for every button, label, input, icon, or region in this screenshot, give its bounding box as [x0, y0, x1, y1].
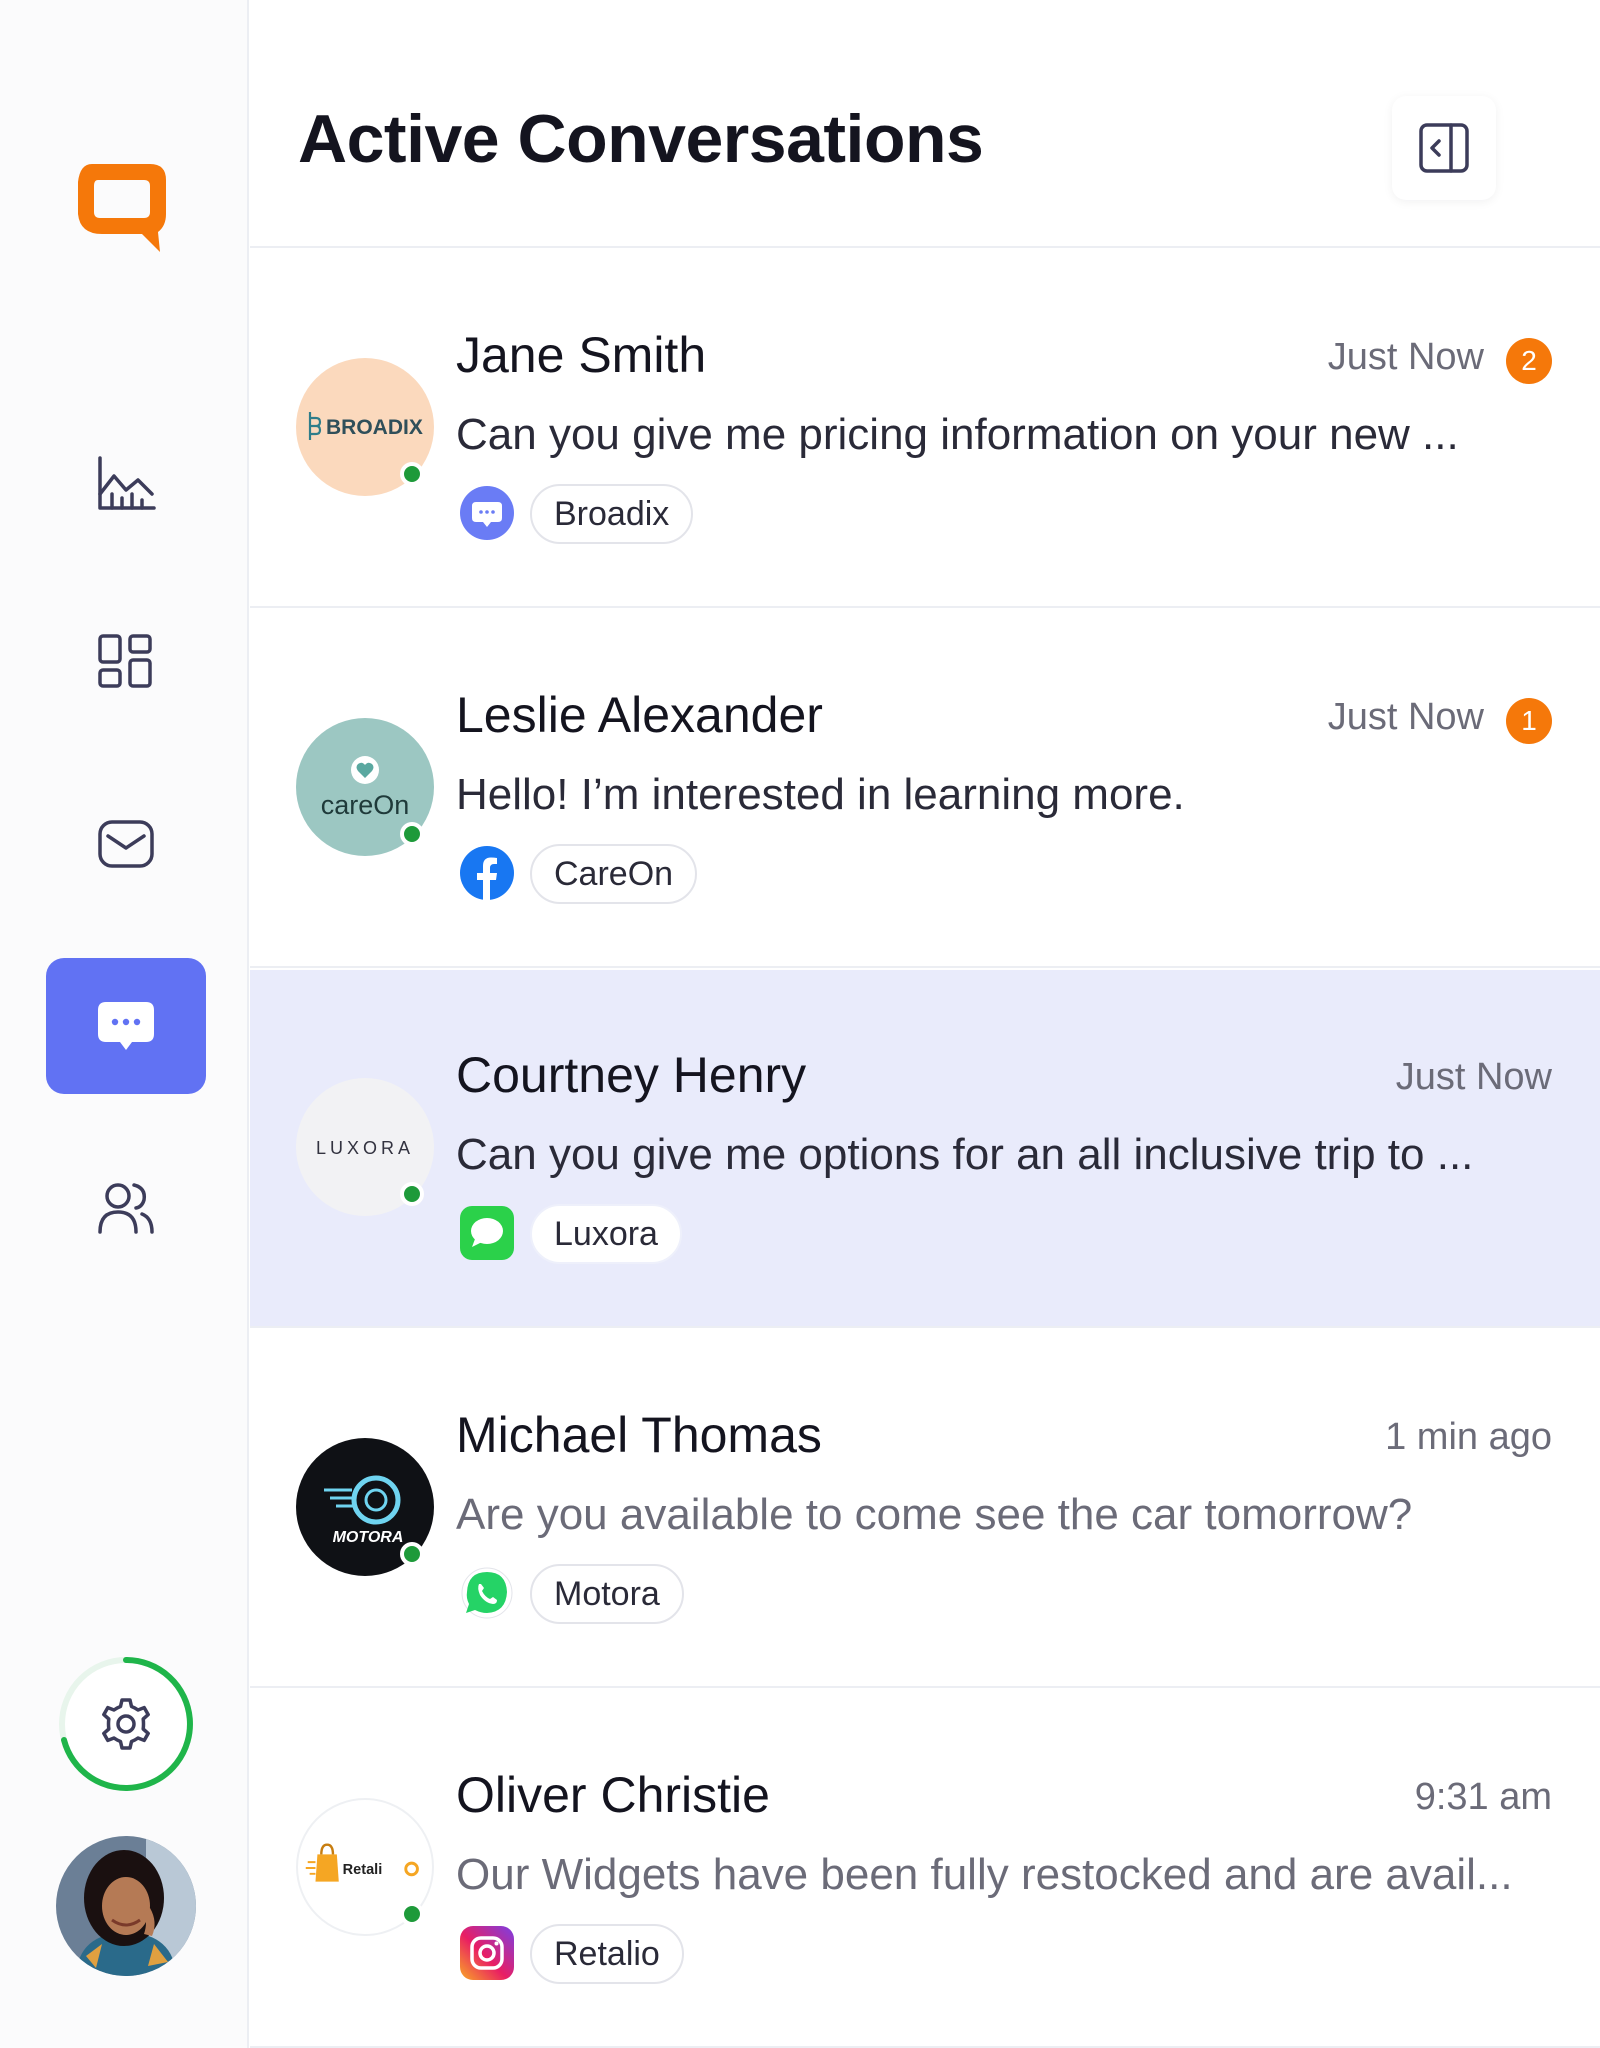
message-preview: Can you give me pricing information on y…: [456, 410, 1459, 459]
gear-icon: [102, 1698, 150, 1750]
contact-name: Jane Smith: [456, 327, 707, 383]
imessage-icon: [460, 1206, 514, 1260]
facebook-icon: [460, 846, 514, 900]
panel-header: Active Conversations: [250, 0, 1600, 248]
settings-button[interactable]: [56, 1654, 196, 1794]
message-preview: Are you available to come see the car to…: [456, 1490, 1413, 1539]
online-indicator: [400, 822, 424, 846]
company-tag: Luxora: [530, 1204, 682, 1264]
user-avatar[interactable]: [56, 1836, 196, 1976]
timestamp: Just Now: [1327, 336, 1484, 378]
message-preview: Can you give me options for an all inclu…: [456, 1130, 1474, 1179]
contact-name: Courtney Henry: [456, 1047, 807, 1103]
instagram-icon: [460, 1926, 514, 1980]
timestamp: Just Now: [1327, 696, 1484, 738]
logo-text: BROADIX: [326, 416, 423, 439]
dashboard-grid-icon: [98, 634, 152, 688]
conversation-item[interactable]: BROADIX Jane Smith Just Now 2 Can you gi…: [250, 250, 1600, 608]
company-tag: Broadix: [530, 484, 694, 544]
unread-badge: 1: [1506, 698, 1552, 744]
conversation-item[interactable]: MOTORA Michael Thomas 1 min ago Are you …: [250, 1330, 1600, 1688]
whatsapp-icon: [461, 1567, 513, 1619]
logo-text: Retali: [343, 1862, 383, 1878]
online-indicator: [400, 462, 424, 486]
timestamp: 9:31 am: [1414, 1776, 1552, 1818]
company-tag: Retalio: [530, 1924, 684, 1984]
timestamp: 1 min ago: [1385, 1416, 1552, 1458]
company-tag: CareOn: [530, 844, 698, 904]
logo-text: MOTORA: [333, 1529, 404, 1546]
company-tag: Motora: [530, 1564, 684, 1624]
nav-inbox[interactable]: [46, 776, 206, 912]
contact-name: Michael Thomas: [456, 1407, 822, 1463]
contact-name: Oliver Christie: [456, 1767, 770, 1823]
nav-conversations[interactable]: [46, 958, 206, 1094]
conversation-item-selected[interactable]: LUXORA Courtney Henry Just Now Can you g…: [250, 970, 1600, 1328]
online-indicator: [400, 1182, 424, 1206]
nav-dashboard[interactable]: [46, 594, 206, 730]
online-indicator: [400, 1542, 424, 1566]
user-avatar-image: [56, 1836, 196, 1976]
logo-text: LUXORA: [316, 1138, 414, 1158]
logo-text: careOn: [321, 790, 410, 820]
page-title: Active Conversations: [298, 101, 984, 177]
conversations-panel: Active Conversations BROADIX Jane Smith …: [250, 0, 1600, 2048]
inbox-icon: [98, 820, 154, 868]
collapse-panel-button[interactable]: [1392, 96, 1496, 200]
chat-bubble-icon: [98, 1002, 154, 1050]
nav-analytics[interactable]: [46, 414, 206, 550]
chat-logo-icon: [78, 164, 166, 252]
message-preview: Our Widgets have been fully restocked an…: [456, 1850, 1513, 1899]
messenger-icon: [460, 486, 514, 540]
contacts-icon: [98, 1183, 154, 1234]
message-preview: Hello! I’m interested in learning more.: [456, 770, 1185, 819]
conversation-item[interactable]: careOn Leslie Alexander Just Now 1 Hello…: [250, 610, 1600, 968]
conversation-item[interactable]: Retali Oliver Christie 9:31 am Our Widge…: [250, 1690, 1600, 2048]
analytics-chart-icon: [98, 456, 156, 510]
contact-name: Leslie Alexander: [456, 687, 823, 743]
online-indicator: [400, 1902, 424, 1926]
sidebar: [0, 0, 249, 2048]
nav-contacts[interactable]: [46, 1140, 206, 1276]
app-logo[interactable]: [72, 156, 172, 256]
unread-badge: 2: [1506, 338, 1552, 384]
timestamp: Just Now: [1395, 1056, 1552, 1098]
collapse-panel-icon: [1419, 123, 1469, 173]
